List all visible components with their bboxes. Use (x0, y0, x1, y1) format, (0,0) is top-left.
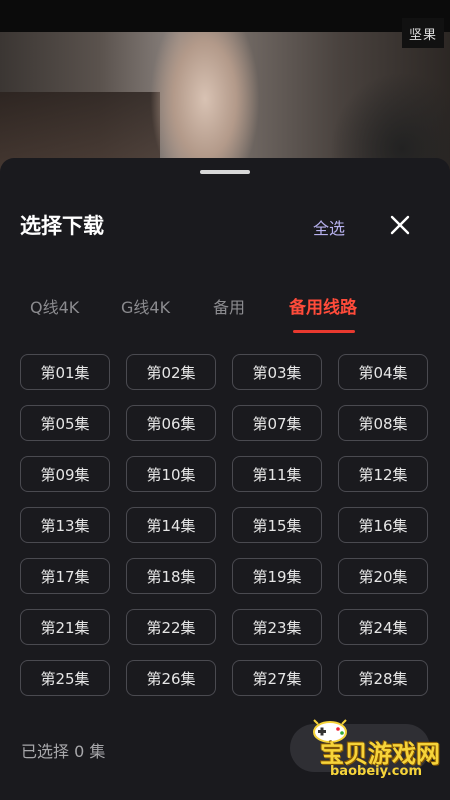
episode-button[interactable]: 第06集 (126, 405, 216, 441)
episode-button[interactable]: 第10集 (126, 456, 216, 492)
episode-button[interactable]: 第03集 (232, 354, 322, 390)
episode-button[interactable]: 第07集 (232, 405, 322, 441)
channel-watermark: 坚果 (402, 18, 444, 48)
episode-button[interactable]: 第26集 (126, 660, 216, 696)
episode-button[interactable]: 第13集 (20, 507, 110, 543)
episode-button[interactable]: 第16集 (338, 507, 428, 543)
episode-button[interactable]: 第22集 (126, 609, 216, 645)
episode-button[interactable]: 第24集 (338, 609, 428, 645)
site-watermark: 宝贝游戏网 baobeiy.com (300, 716, 450, 786)
tab-q-line-4k[interactable]: Q线4K (30, 294, 79, 318)
episode-grid: 第01集 第02集 第03集 第04集第05集 第06集 第07集 第08集第09集 第10集… (20, 354, 430, 696)
site-url: baobeiy.com (330, 764, 422, 779)
sheet-title: 选择下载 (20, 214, 104, 238)
episode-button[interactable]: 第14集 (126, 507, 216, 543)
episode-button[interactable]: 第08集 (338, 405, 428, 441)
episode-button[interactable]: 第18集 (126, 558, 216, 594)
tab-backup[interactable]: 备用 (213, 294, 245, 318)
tab-g-line-4k[interactable]: G线4K (121, 294, 170, 318)
episode-button[interactable]: 第27集 (232, 660, 322, 696)
episode-button[interactable]: 第02集 (126, 354, 216, 390)
episode-button[interactable]: 第23集 (232, 609, 322, 645)
source-tabs: Q线4K G线4K 备用 备用线路 (0, 288, 450, 338)
episode-button[interactable]: 第21集 (20, 609, 110, 645)
episode-button[interactable]: 第04集 (338, 354, 428, 390)
episode-button[interactable]: 第28集 (338, 660, 428, 696)
episode-button[interactable]: 第17集 (20, 558, 110, 594)
episode-button[interactable]: 第19集 (232, 558, 322, 594)
select-all-button[interactable]: 全选 (313, 215, 345, 239)
episode-button[interactable]: 第25集 (20, 660, 110, 696)
episode-button[interactable]: 第09集 (20, 456, 110, 492)
download-sheet: 选择下载 全选 Q线4K G线4K 备用 备用线路 第01集 第02集 第03集 第0… (0, 158, 450, 800)
selected-count: 已选择 0 集 (21, 742, 106, 761)
episode-button[interactable]: 第12集 (338, 456, 428, 492)
episode-button[interactable]: 第11集 (232, 456, 322, 492)
drag-handle[interactable] (200, 170, 250, 174)
active-tab-indicator (293, 330, 355, 333)
close-icon[interactable] (388, 213, 412, 237)
episode-button[interactable]: 第20集 (338, 558, 428, 594)
episode-button[interactable]: 第05集 (20, 405, 110, 441)
episode-button[interactable]: 第15集 (232, 507, 322, 543)
episode-button[interactable]: 第01集 (20, 354, 110, 390)
tab-backup-line[interactable]: 备用线路 (289, 293, 357, 318)
